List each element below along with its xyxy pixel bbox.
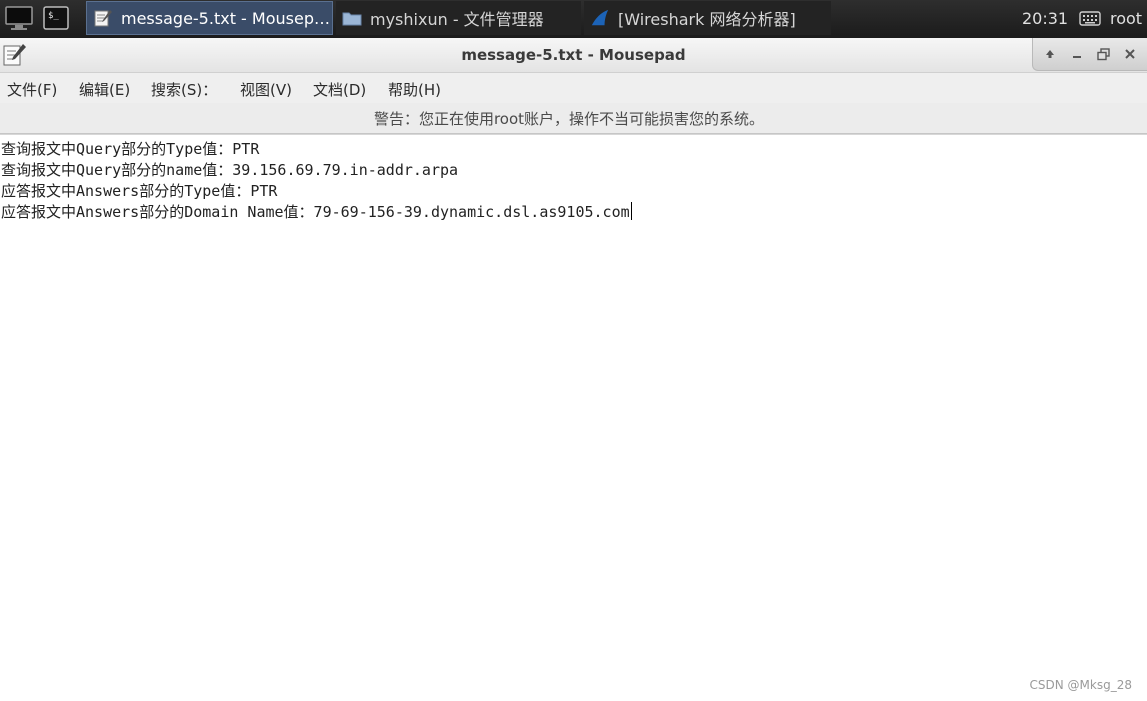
text-cursor xyxy=(630,202,632,220)
menu-edit[interactable]: 编辑(E) xyxy=(79,79,130,100)
terminal-icon[interactable]: $_ xyxy=(42,4,70,32)
root-warning-text: 警告：您正在使用root账户，操作不当可能损害您的系统。 xyxy=(373,110,765,128)
minimize-icon[interactable] xyxy=(1066,43,1088,65)
editor-line[interactable]: 查询报文中Query部分的name值：39.156.69.79.in-addr.… xyxy=(1,159,458,180)
editor-line-last[interactable]: 应答报文中Answers部分的Domain Name值：79-69-156-39… xyxy=(1,201,632,222)
taskbar-task-mousepad[interactable]: message-5.txt - Mousep… xyxy=(86,1,333,35)
keyboard-icon[interactable] xyxy=(1079,9,1101,27)
svg-text:$_: $_ xyxy=(48,11,59,21)
monitor-icon[interactable] xyxy=(2,4,36,32)
folder-icon xyxy=(342,8,362,28)
taskbar-task-wireshark[interactable]: [Wireshark 网络分析器] xyxy=(584,1,831,35)
up-icon[interactable] xyxy=(1039,43,1061,65)
root-warning-bar: 警告：您正在使用root账户，操作不当可能损害您的系统。 xyxy=(0,103,1147,134)
task-label: myshixun - 文件管理器 xyxy=(370,10,544,29)
window-controls xyxy=(1032,38,1147,71)
menubar: 文件(F) 编辑(E) 搜索(S)： 视图(V) 文档(D) 帮助(H) xyxy=(0,73,1147,103)
menu-help[interactable]: 帮助(H) xyxy=(388,79,441,100)
user-label[interactable]: root xyxy=(1110,9,1142,28)
watermark: CSDN @Mksg_28 xyxy=(1029,678,1132,692)
menu-search[interactable]: 搜索(S)： xyxy=(151,79,217,100)
taskbar: $_ message-5.txt - Mousep… myshixun - 文件… xyxy=(0,0,1147,38)
window-titlebar[interactable]: message-5.txt - Mousepad xyxy=(0,38,1147,73)
wireshark-fin-icon xyxy=(590,8,610,28)
task-label: message-5.txt - Mousep… xyxy=(121,8,330,28)
window-title: message-5.txt - Mousepad xyxy=(461,46,686,64)
close-icon[interactable] xyxy=(1119,43,1141,65)
text-editor-icon xyxy=(93,8,113,28)
editor-line[interactable]: 应答报文中Answers部分的Type值：PTR xyxy=(1,180,277,201)
editor-line-text: 应答报文中Answers部分的Domain Name值：79-69-156-39… xyxy=(1,203,630,221)
taskbar-task-file-manager[interactable]: myshixun - 文件管理器 xyxy=(336,1,581,35)
menu-file[interactable]: 文件(F) xyxy=(7,79,57,100)
task-label: [Wireshark 网络分析器] xyxy=(618,10,796,29)
text-editor-area[interactable]: 查询报文中Query部分的Type值：PTR 查询报文中Query部分的name… xyxy=(0,134,1147,701)
menu-view[interactable]: 视图(V) xyxy=(240,79,292,100)
clock[interactable]: 20:31 xyxy=(1022,9,1068,28)
menu-document[interactable]: 文档(D) xyxy=(313,79,366,100)
editor-line[interactable]: 查询报文中Query部分的Type值：PTR xyxy=(1,138,259,159)
maximize-icon[interactable] xyxy=(1092,43,1114,65)
